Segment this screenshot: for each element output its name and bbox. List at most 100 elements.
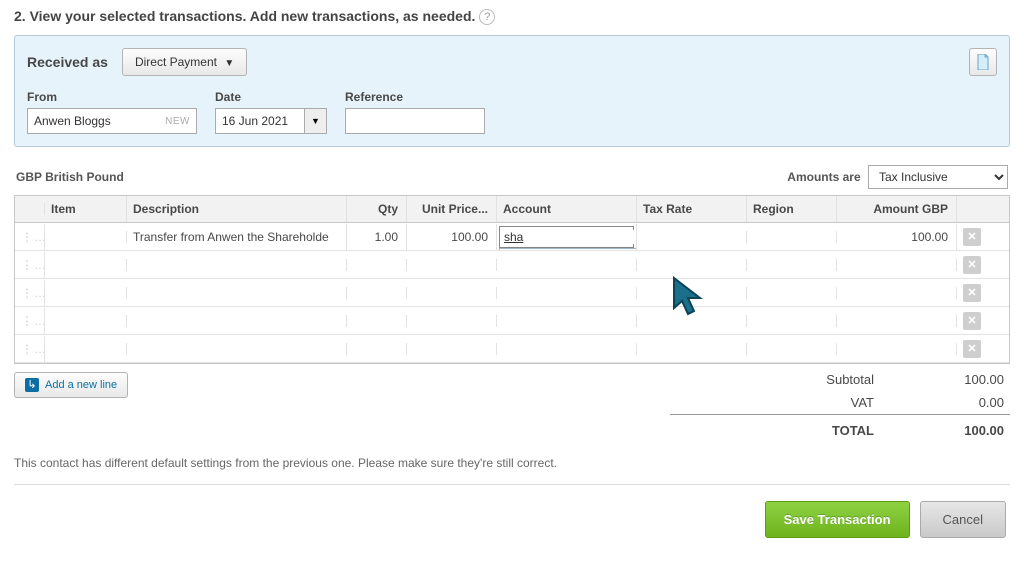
date-picker-button[interactable]: ▼ [305, 108, 327, 134]
cell-item[interactable] [45, 259, 127, 271]
cancel-button[interactable]: Cancel [920, 501, 1006, 538]
cell-description[interactable] [127, 315, 347, 327]
from-label: From [27, 90, 197, 104]
cell-item[interactable] [45, 343, 127, 355]
currency-label: GBP British Pound [16, 170, 124, 184]
col-account: Account [497, 196, 637, 222]
col-description: Description [127, 196, 347, 222]
cell-qty[interactable]: 1.00 [347, 224, 407, 250]
table-row: ⋮⋮ ✕ [15, 279, 1009, 307]
line-items-table: Item Description Qty Unit Price... Accou… [14, 195, 1010, 364]
reference-input[interactable] [345, 108, 485, 134]
cell-tax-rate[interactable] [637, 343, 747, 355]
table-row: ⋮⋮ ✕ [15, 307, 1009, 335]
drag-handle-icon[interactable]: ⋮⋮ [15, 252, 45, 278]
cell-region[interactable] [747, 231, 837, 243]
cell-amount[interactable]: 100.00 [837, 224, 957, 250]
table-row: ⋮⋮ Transfer from Anwen the Shareholde 1.… [15, 223, 1009, 251]
cell-tax-rate[interactable] [637, 259, 747, 271]
drag-handle-icon[interactable]: ⋮⋮ [15, 224, 45, 250]
cell-account[interactable] [497, 343, 637, 355]
cell-unit-price[interactable]: 100.00 [407, 224, 497, 250]
cell-amount[interactable] [837, 343, 957, 355]
from-field-group: From Anwen Bloggs NEW [27, 90, 197, 134]
delete-row-button[interactable]: ✕ [963, 228, 981, 246]
delete-row-button[interactable]: ✕ [963, 312, 981, 330]
add-line-label: Add a new line [45, 379, 117, 391]
cell-item[interactable] [45, 315, 127, 327]
caret-down-icon: ▼ [311, 116, 320, 126]
delete-row-button[interactable]: ✕ [963, 284, 981, 302]
divider [14, 484, 1010, 485]
cell-unit-price[interactable] [407, 259, 497, 271]
total-value: 100.00 [914, 423, 1004, 438]
cell-qty[interactable] [347, 259, 407, 271]
cell-description[interactable]: Transfer from Anwen the Shareholde [127, 224, 347, 250]
warning-message: This contact has different default setti… [14, 456, 1010, 470]
caret-down-icon: ▼ [224, 58, 234, 69]
cell-unit-price[interactable] [407, 287, 497, 299]
drag-handle-icon[interactable]: ⋮⋮ [15, 308, 45, 334]
col-unit-price: Unit Price... [407, 196, 497, 222]
table-row: ⋮⋮ ✕ [15, 335, 1009, 363]
col-item: Item [45, 196, 127, 222]
cell-item[interactable] [45, 287, 127, 299]
add-line-button[interactable]: ↳Add a new line [14, 372, 128, 398]
new-badge: NEW [165, 116, 190, 127]
received-type-value: Direct Payment [135, 55, 217, 69]
cell-amount[interactable] [837, 287, 957, 299]
cell-region[interactable] [747, 343, 837, 355]
save-transaction-button[interactable]: Save Transaction [765, 501, 910, 538]
amounts-are-select[interactable]: Tax Inclusive [868, 165, 1008, 189]
delete-row-button[interactable]: ✕ [963, 340, 981, 358]
col-region: Region [747, 196, 837, 222]
step-number: 2. [14, 8, 26, 24]
cell-description[interactable] [127, 287, 347, 299]
help-icon[interactable]: ? [479, 9, 495, 25]
cell-unit-price[interactable] [407, 315, 497, 327]
received-type-dropdown[interactable]: Direct Payment ▼ [122, 48, 247, 76]
cell-region[interactable] [747, 259, 837, 271]
step-header: 2. View your selected transactions. Add … [0, 0, 1024, 35]
cell-account[interactable] [497, 315, 637, 327]
cell-qty[interactable] [347, 343, 407, 355]
cell-tax-rate[interactable] [637, 231, 747, 243]
date-label: Date [215, 90, 327, 104]
cell-description[interactable] [127, 259, 347, 271]
reference-field-group: Reference [345, 90, 485, 134]
cell-account[interactable] [497, 287, 637, 299]
cell-qty[interactable] [347, 287, 407, 299]
table-row: ⋮⋮ ✕ [15, 251, 1009, 279]
delete-row-button[interactable]: ✕ [963, 256, 981, 274]
cell-description[interactable] [127, 343, 347, 355]
cell-unit-price[interactable] [407, 343, 497, 355]
cell-item[interactable] [45, 231, 127, 243]
cell-tax-rate[interactable] [637, 315, 747, 327]
currency-row: GBP British Pound Amounts are Tax Inclus… [14, 157, 1010, 195]
date-field-group: Date ▼ [215, 90, 327, 134]
drag-handle-icon[interactable]: ⋮⋮ [15, 280, 45, 306]
vat-label: VAT [676, 395, 914, 410]
cell-account[interactable] [497, 259, 637, 271]
cell-tax-rate[interactable] [637, 287, 747, 299]
reference-label: Reference [345, 90, 485, 104]
cell-qty[interactable] [347, 315, 407, 327]
account-dropdown-list: 950 - Capital - x,xxx Ordinary Shares 95… [499, 248, 637, 250]
account-input[interactable] [500, 230, 637, 244]
cell-region[interactable] [747, 287, 837, 299]
cell-account: ▼ 950 - Capital - x,xxx Ordinary Shares … [497, 224, 637, 250]
received-panel: Received as Direct Payment ▼ From Anwen … [14, 35, 1010, 147]
col-qty: Qty [347, 196, 407, 222]
subtotal-value: 100.00 [914, 372, 1004, 387]
action-bar: Save Transaction Cancel [0, 491, 1024, 538]
date-input[interactable] [215, 108, 305, 134]
account-option[interactable]: 950 - Capital - x,xxx Ordinary Shares [500, 249, 637, 250]
subtotal-label: Subtotal [676, 372, 914, 387]
cell-amount[interactable] [837, 315, 957, 327]
drag-handle-icon[interactable]: ⋮⋮ [15, 336, 45, 362]
cell-amount[interactable] [837, 259, 957, 271]
from-input[interactable]: Anwen Bloggs NEW [27, 108, 197, 134]
cell-region[interactable] [747, 315, 837, 327]
col-amount: Amount GBP [837, 196, 957, 222]
new-document-icon[interactable] [969, 48, 997, 76]
